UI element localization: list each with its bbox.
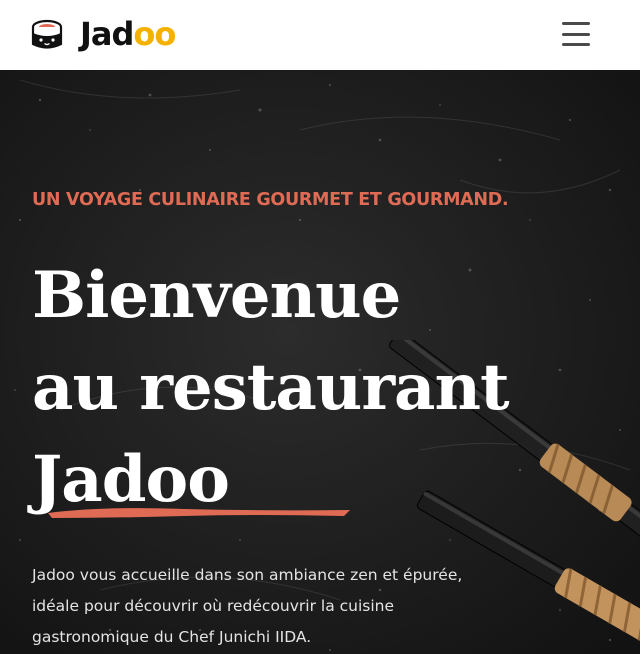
menu-bar	[562, 22, 590, 25]
hero-section: UN VOYAGE CULINAIRE GOURMET ET GOURMAND.…	[0, 70, 640, 654]
hero-tagline: UN VOYAGE CULINAIRE GOURMET ET GOURMAND.	[32, 190, 509, 210]
menu-bar	[562, 32, 590, 36]
brand-logo[interactable]: Jadoo	[80, 14, 176, 54]
brand-name: Jad	[80, 15, 134, 53]
hero-title-line: Bienvenue	[32, 258, 401, 333]
hero-title-line: au restaurant	[32, 350, 510, 425]
hamburger-menu-icon[interactable]	[562, 22, 590, 46]
menu-bar	[562, 43, 590, 46]
sushi-mascot-icon[interactable]	[30, 18, 64, 52]
hero-title: Bienvenue au restaurant Jadoo	[32, 250, 510, 526]
brand-name-highlight: oo	[133, 15, 176, 53]
site-header: Jadoo	[0, 0, 640, 70]
brush-underline	[48, 508, 350, 518]
hero-description: Jadoo vous accueille dans son ambiance z…	[32, 566, 463, 646]
